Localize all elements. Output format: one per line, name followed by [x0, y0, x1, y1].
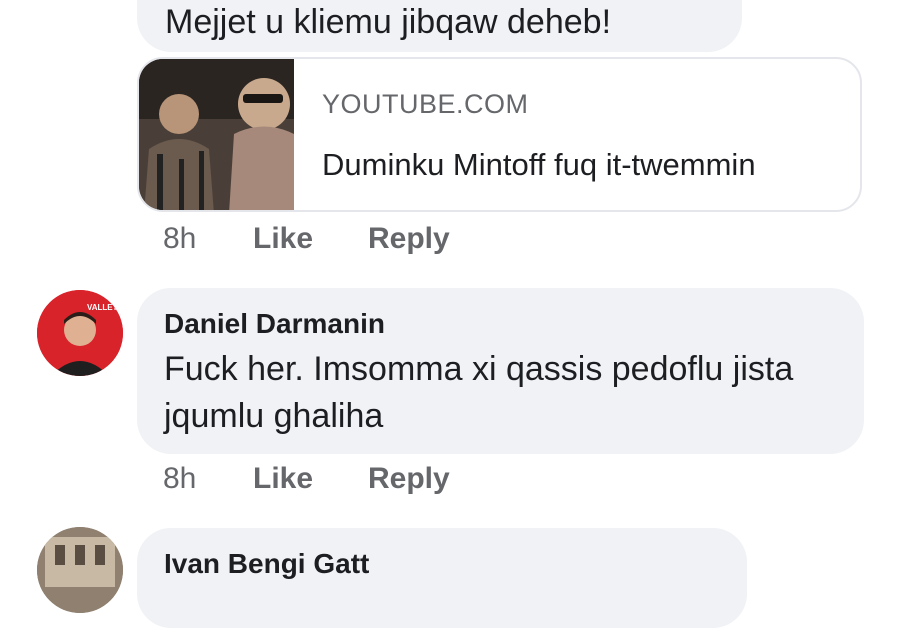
comment-author[interactable]: Daniel Darmanin: [164, 308, 385, 340]
like-button[interactable]: Like: [253, 222, 313, 256]
link-title[interactable]: Duminku Mintoff fuq it-twemmin: [322, 147, 756, 183]
like-button[interactable]: Like: [253, 462, 313, 496]
reply-button[interactable]: Reply: [368, 222, 450, 256]
link-source: YOUTUBE.COM: [322, 89, 529, 119]
avatar[interactable]: VALLETTA 2018: [37, 290, 123, 376]
comment-timestamp[interactable]: 8h: [163, 462, 196, 496]
comment-text: Fuck her. Imsomma xi qassis pedoflu jist…: [164, 350, 794, 435]
link-thumbnail[interactable]: [139, 59, 294, 210]
avatar-image: [37, 527, 123, 613]
comment-author[interactable]: Ivan Bengi Gatt: [164, 548, 369, 580]
comment-bubble: Mejjet u kliemu jibqaw deheb!: [137, 0, 742, 52]
comment-text: Mejjet u kliemu jibqaw deheb!: [165, 3, 612, 41]
comment-bubble: Daniel Darmanin Fuck her. Imsomma xi qas…: [137, 288, 864, 454]
avatar-image: VALLETTA 2018: [37, 290, 123, 376]
reply-button[interactable]: Reply: [368, 462, 450, 496]
avatar[interactable]: [37, 527, 123, 613]
thumbnail-image: [139, 59, 294, 210]
link-preview-card[interactable]: YOUTUBE.COM Duminku Mintoff fuq it-twemm…: [137, 57, 862, 212]
comment-timestamp[interactable]: 8h: [163, 222, 196, 256]
comment-bubble: Ivan Bengi Gatt: [137, 528, 747, 628]
avatar-badge-text: VALLETTA 2018: [87, 303, 123, 312]
